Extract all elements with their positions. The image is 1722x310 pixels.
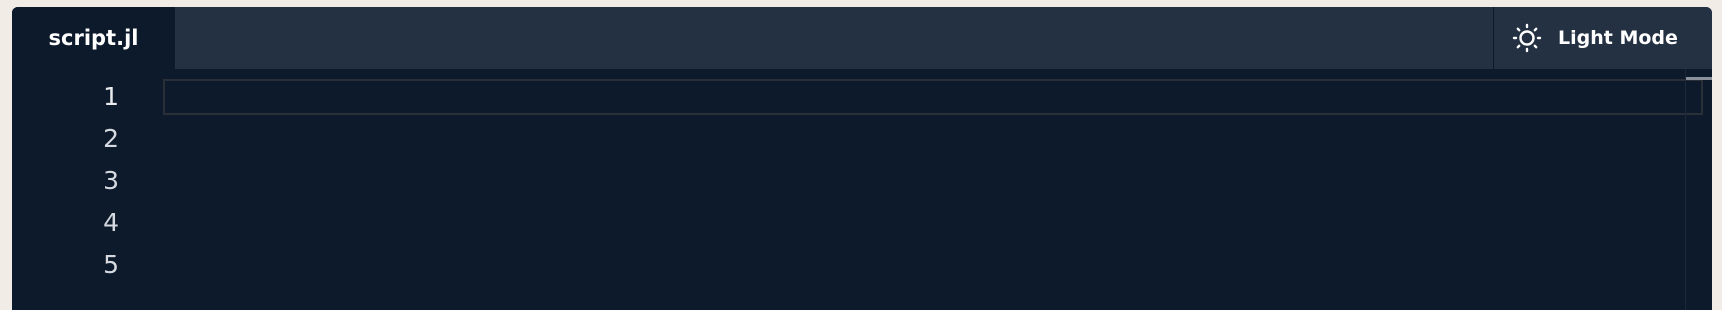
light-mode-toggle-button[interactable]: Light Mode bbox=[1493, 7, 1712, 69]
tab-bar: script.jl Light Mode bbox=[12, 7, 1712, 69]
line-number: 5 bbox=[103, 250, 119, 279]
line-number-gutter: 1 2 3 4 5 bbox=[12, 69, 162, 310]
sun-icon bbox=[1512, 23, 1542, 53]
line-number: 3 bbox=[103, 166, 119, 195]
code-editor: script.jl Light Mode 1 2 3 4 5 bbox=[12, 7, 1712, 310]
line-number: 4 bbox=[103, 208, 119, 237]
code-input-area[interactable] bbox=[162, 69, 1712, 310]
line-number: 1 bbox=[103, 82, 119, 111]
line-number: 2 bbox=[103, 124, 119, 153]
scrollbar-thumb[interactable] bbox=[1686, 77, 1712, 80]
tab-script-jl[interactable]: script.jl bbox=[12, 7, 175, 69]
vertical-scrollbar[interactable] bbox=[1685, 69, 1712, 310]
light-mode-label: Light Mode bbox=[1558, 27, 1678, 49]
tab-label: script.jl bbox=[48, 26, 139, 50]
active-line-highlight bbox=[163, 79, 1703, 115]
